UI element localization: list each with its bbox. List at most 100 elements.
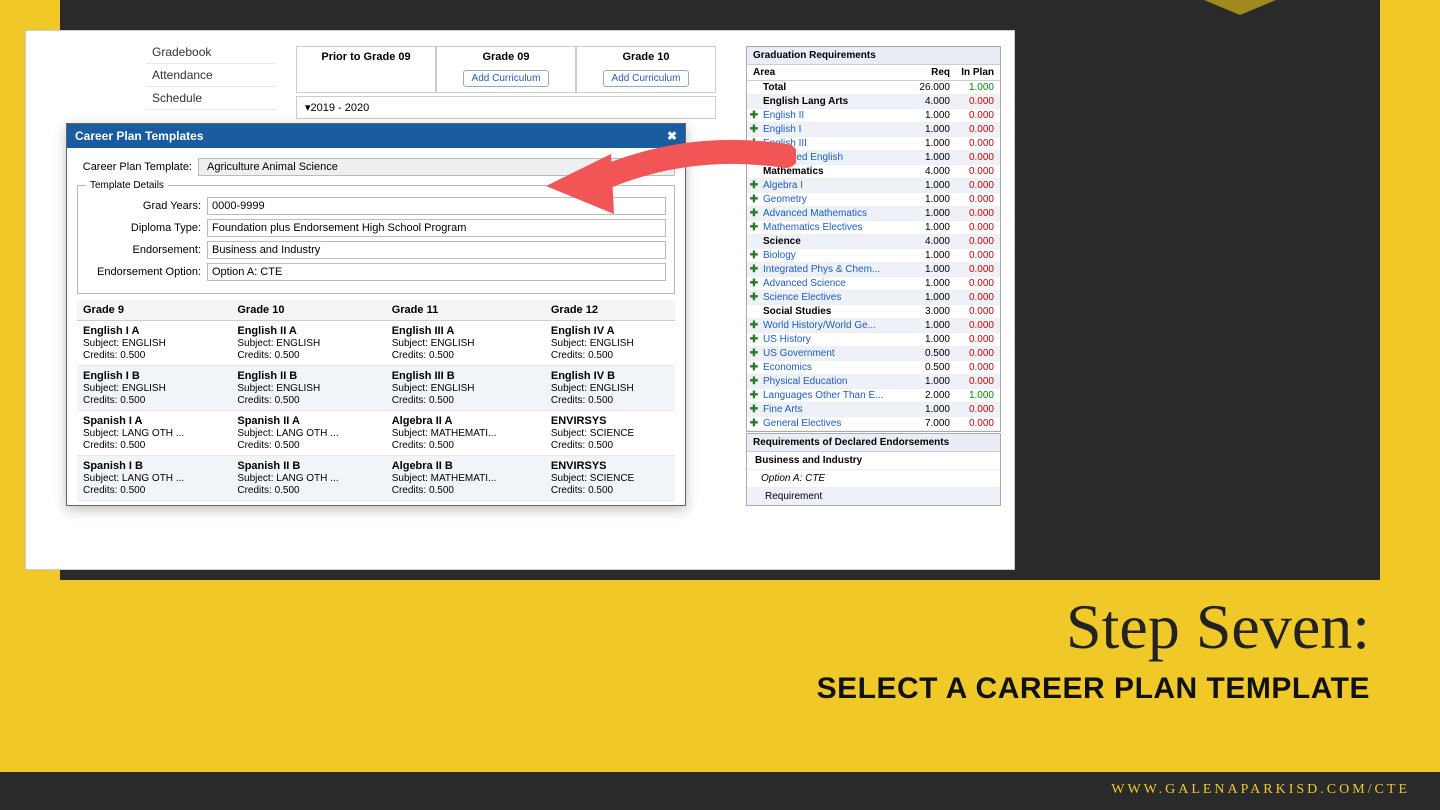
expand-icon[interactable]: ✚ — [747, 250, 761, 261]
requirement-row[interactable]: Mathematics4.0000.000 — [747, 165, 1000, 179]
expand-icon[interactable]: ✚ — [747, 110, 761, 121]
field-input[interactable] — [207, 263, 666, 281]
modal-header[interactable]: Career Plan Templates ✖ — [67, 124, 685, 148]
expand-icon[interactable]: ✚ — [747, 390, 761, 401]
expand-icon[interactable]: ✚ — [747, 194, 761, 205]
req-value: 1.000 — [906, 221, 954, 234]
course-cell[interactable]: ENVIRSYSSubject: SCIENCECredits: 0.500 — [545, 456, 675, 501]
req-area: English I — [761, 123, 906, 136]
requirement-row[interactable]: ✚Advanced Science1.0000.000 — [747, 277, 1000, 291]
requirement-row[interactable]: ✚Fine Arts1.0000.000 — [747, 403, 1000, 417]
expand-icon[interactable]: ✚ — [747, 278, 761, 289]
req-value: 4.000 — [906, 95, 954, 108]
requirement-row[interactable]: ✚Mathematics Electives1.0000.000 — [747, 221, 1000, 235]
field-input[interactable] — [207, 219, 666, 237]
requirement-row[interactable]: ✚Science Electives1.0000.000 — [747, 291, 1000, 305]
expand-icon[interactable]: ✚ — [747, 264, 761, 275]
requirement-row[interactable]: ✚English II1.0000.000 — [747, 109, 1000, 123]
year-row[interactable]: ▾2019 - 2020 — [296, 96, 716, 119]
course-cell[interactable]: ENVIRSYSSubject: SCIENCECredits: 0.500 — [545, 411, 675, 456]
course-cell[interactable]: English IV BSubject: ENGLISHCredits: 0.5… — [545, 366, 675, 411]
course-cell[interactable]: Algebra II ASubject: MATHEMATI...Credits… — [386, 411, 545, 456]
course-cell[interactable]: Spanish I BSubject: LANG OTH ...Credits:… — [77, 456, 231, 501]
course-cell[interactable]: Spanish I ASubject: LANG OTH ...Credits:… — [77, 411, 231, 456]
requirement-row[interactable]: ✚Languages Other Than E...2.0001.000 — [747, 389, 1000, 403]
col-req: Req — [906, 65, 954, 80]
close-icon[interactable]: ✖ — [667, 129, 677, 143]
expand-icon[interactable]: ✚ — [747, 152, 761, 163]
inplan-value: 0.000 — [954, 123, 1000, 136]
requirement-row[interactable]: ✚US History1.0000.000 — [747, 333, 1000, 347]
expand-icon[interactable]: ✚ — [747, 292, 761, 303]
course-cell[interactable]: English II ASubject: ENGLISHCredits: 0.5… — [231, 321, 385, 366]
req-area: Languages Other Than E... — [761, 389, 906, 402]
inplan-value: 0.000 — [954, 333, 1000, 346]
req-value: 7.000 — [906, 417, 954, 430]
requirement-row[interactable]: English Lang Arts4.0000.000 — [747, 95, 1000, 109]
course-cell[interactable]: English III ASubject: ENGLISHCredits: 0.… — [386, 321, 545, 366]
add-curriculum-button[interactable]: Add Curriculum — [463, 70, 550, 87]
grade-header-row: Prior to Grade 09 Grade 09 Add Curriculu… — [296, 46, 716, 93]
req-value: 1.000 — [906, 137, 954, 150]
requirement-row[interactable]: ✚General Electives7.0000.000 — [747, 417, 1000, 431]
requirement-row[interactable]: ✚Geometry1.0000.000 — [747, 193, 1000, 207]
slide-title: Step Seven: — [0, 590, 1370, 664]
career-plan-modal: Career Plan Templates ✖ Career Plan Temp… — [66, 123, 686, 506]
slide-subtitle: SELECT A CAREER PLAN TEMPLATE — [0, 672, 1370, 706]
requirement-row[interactable]: Social Studies3.0000.000 — [747, 305, 1000, 319]
expand-icon[interactable]: ✚ — [747, 362, 761, 373]
requirement-row[interactable]: ✚World History/World Ge...1.0000.000 — [747, 319, 1000, 333]
course-cell[interactable]: English I ASubject: ENGLISHCredits: 0.50… — [77, 321, 231, 366]
inplan-value: 0.000 — [954, 95, 1000, 108]
requirement-row[interactable]: Science4.0000.000 — [747, 235, 1000, 249]
menu-gradebook[interactable]: Gradebook — [146, 41, 276, 64]
requirement-row[interactable]: ✚Integrated Phys & Chem...1.0000.000 — [747, 263, 1000, 277]
course-cell[interactable]: English II BSubject: ENGLISHCredits: 0.5… — [231, 366, 385, 411]
expand-icon[interactable]: ✚ — [747, 320, 761, 331]
course-cell[interactable]: English III BSubject: ENGLISHCredits: 0.… — [386, 366, 545, 411]
req-area: Social Studies — [761, 305, 906, 318]
req-value: 0.500 — [906, 347, 954, 360]
course-cell[interactable]: Spanish II ASubject: LANG OTH ...Credits… — [231, 411, 385, 456]
grade-col-header: Grade 11 — [386, 300, 545, 321]
expand-icon[interactable]: ✚ — [747, 222, 761, 233]
req-value: 0.500 — [906, 361, 954, 374]
requirement-row[interactable]: Total26.0001.000 — [747, 81, 1000, 95]
course-cell[interactable]: Algebra II BSubject: MATHEMATI...Credits… — [386, 456, 545, 501]
field-input[interactable] — [207, 241, 666, 259]
requirement-row[interactable]: ✚Biology1.0000.000 — [747, 249, 1000, 263]
expand-icon[interactable]: ✚ — [747, 348, 761, 359]
menu-attendance[interactable]: Attendance — [146, 64, 276, 87]
requirement-row[interactable]: ✚Advanced English1.0000.000 — [747, 151, 1000, 165]
course-cell[interactable]: Spanish II BSubject: LANG OTH ...Credits… — [231, 456, 385, 501]
req-value: 3.000 — [906, 305, 954, 318]
requirement-row[interactable]: ✚Advanced Mathematics1.0000.000 — [747, 207, 1000, 221]
inplan-value: 0.000 — [954, 109, 1000, 122]
requirement-row[interactable]: ✚Physical Education1.0000.000 — [747, 375, 1000, 389]
expand-icon[interactable]: ✚ — [747, 180, 761, 191]
req-value: 1.000 — [906, 333, 954, 346]
course-cell[interactable]: English IV ASubject: ENGLISHCredits: 0.5… — [545, 321, 675, 366]
inplan-value: 0.000 — [954, 137, 1000, 150]
template-select[interactable]: Agriculture Animal Science — [198, 158, 675, 176]
requirement-row[interactable]: ✚US Government0.5000.000 — [747, 347, 1000, 361]
course-cell[interactable]: English I BSubject: ENGLISHCredits: 0.50… — [77, 366, 231, 411]
expand-icon[interactable]: ✚ — [747, 404, 761, 415]
menu-schedule[interactable]: Schedule — [146, 87, 276, 110]
expand-icon[interactable]: ✚ — [747, 376, 761, 387]
requirements-columns: Area Req In Plan — [747, 65, 1000, 81]
add-curriculum-button[interactable]: Add Curriculum — [603, 70, 690, 87]
req-area: Economics — [761, 361, 906, 374]
expand-icon[interactable]: ✚ — [747, 334, 761, 345]
expand-icon[interactable]: ✚ — [747, 418, 761, 429]
expand-icon[interactable]: ✚ — [747, 124, 761, 135]
field-input[interactable] — [207, 197, 666, 215]
requirements-panel: Graduation Requirements Area Req In Plan… — [746, 46, 1001, 432]
expand-icon[interactable]: ✚ — [747, 138, 761, 149]
field-label: Grad Years: — [86, 200, 201, 212]
requirement-row[interactable]: ✚English I1.0000.000 — [747, 123, 1000, 137]
requirement-row[interactable]: ✚Economics0.5000.000 — [747, 361, 1000, 375]
requirement-row[interactable]: ✚English III1.0000.000 — [747, 137, 1000, 151]
expand-icon[interactable]: ✚ — [747, 208, 761, 219]
requirement-row[interactable]: ✚Algebra I1.0000.000 — [747, 179, 1000, 193]
